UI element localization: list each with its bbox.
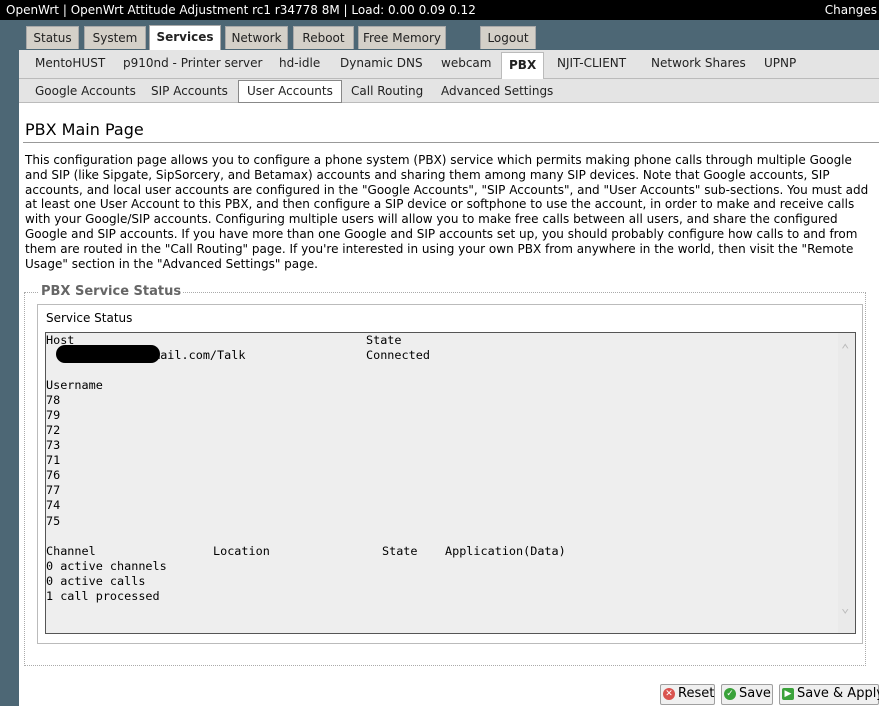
tab-system[interactable]: System (84, 26, 146, 49)
save-label: Save (739, 686, 771, 701)
tab-dynamic-dns[interactable]: Dynamic DNS (340, 56, 423, 70)
redacted-account (56, 345, 160, 363)
username-row: 76 (46, 468, 61, 482)
state-header: State (366, 333, 402, 347)
page-title: PBX Main Page (25, 120, 144, 139)
host-state: Connected (366, 348, 430, 362)
username-row: 74 (46, 498, 61, 512)
active-calls: 0 active calls (46, 574, 146, 588)
calls-processed: 1 call processed (46, 589, 160, 603)
tab-webcam[interactable]: webcam (441, 56, 491, 70)
tab-njit-client[interactable]: NJIT-CLIENT (557, 56, 626, 70)
page-description: This configuration page allows you to co… (25, 153, 869, 271)
tab-reboot[interactable]: Reboot (293, 26, 354, 49)
username-row: 79 (46, 408, 61, 422)
tab-printer-server[interactable]: p910nd - Printer server (123, 56, 262, 70)
chevron-up-icon[interactable]: ⌃ (841, 342, 849, 358)
username-row: 78 (46, 393, 61, 407)
tab-pbx[interactable]: PBX (501, 52, 545, 79)
tab-logout[interactable]: Logout (480, 26, 536, 49)
location-header: Location (213, 544, 270, 558)
tab-free-memory[interactable]: Free Memory (358, 26, 446, 49)
content-panel: MentoHUST p910nd - Printer server hd-idl… (19, 50, 879, 706)
tab-hd-idle[interactable]: hd-idle (279, 56, 320, 70)
service-status-section: Service Status Host State gmail.com/Talk… (37, 304, 863, 644)
username-row: 73 (46, 438, 61, 452)
tab-status[interactable]: Status (26, 26, 79, 49)
services-subnav: MentoHUST p910nd - Printer server hd-idl… (19, 50, 879, 79)
apply-icon: ▶ (782, 688, 794, 700)
username-header: Username (46, 378, 103, 392)
tab-mentohust[interactable]: MentoHUST (35, 56, 105, 70)
tab-network-shares[interactable]: Network Shares (651, 56, 746, 70)
channel-state-header: State (382, 544, 418, 558)
reset-button[interactable]: ✕ Reset (660, 684, 715, 705)
save-apply-button[interactable]: ▶ Save & Apply (779, 684, 879, 705)
changes-link[interactable]: Changes (825, 0, 877, 20)
tab-services[interactable]: Services (149, 25, 221, 50)
channel-header: Channel (46, 544, 96, 558)
header-bar: OpenWrt | OpenWrt Attitude Adjustment rc… (0, 0, 879, 20)
chevron-down-icon[interactable]: ⌄ (841, 600, 849, 616)
host-value: gmail.com/Talk (146, 348, 246, 362)
pbx-subnav: Google Accounts SIP Accounts User Accoun… (19, 79, 879, 103)
username-row: 71 (46, 453, 61, 467)
tab-advanced-settings[interactable]: Advanced Settings (441, 84, 553, 98)
username-row: 75 (46, 514, 61, 528)
pbx-service-status-fieldset: PBX Service Status Service Status Host S… (24, 284, 866, 666)
title-divider (23, 142, 879, 143)
tab-user-accounts[interactable]: User Accounts (238, 80, 342, 103)
fieldset-legend: PBX Service Status (39, 284, 184, 299)
save-icon: ✓ (724, 688, 736, 700)
tab-google-accounts[interactable]: Google Accounts (35, 84, 136, 98)
tab-call-routing[interactable]: Call Routing (351, 84, 423, 98)
active-channels: 0 active channels (46, 559, 167, 573)
reset-label: Reset (678, 686, 715, 701)
status-scrollbar[interactable]: ⌃ ⌄ (838, 333, 855, 633)
reset-icon: ✕ (663, 688, 675, 700)
username-row: 72 (46, 423, 61, 437)
save-button[interactable]: ✓ Save (721, 684, 773, 705)
service-status-output[interactable]: Host State gmail.com/Talk Connected User… (45, 332, 856, 634)
application-header: Application(Data) (445, 544, 566, 558)
tab-upnp[interactable]: UPNP (764, 56, 796, 70)
tab-sip-accounts[interactable]: SIP Accounts (151, 84, 228, 98)
tab-network[interactable]: Network (225, 26, 288, 49)
section-label: Service Status (46, 311, 133, 325)
username-row: 77 (46, 483, 61, 497)
save-apply-label: Save & Apply (797, 686, 879, 701)
system-title: OpenWrt | OpenWrt Attitude Adjustment rc… (6, 3, 476, 17)
